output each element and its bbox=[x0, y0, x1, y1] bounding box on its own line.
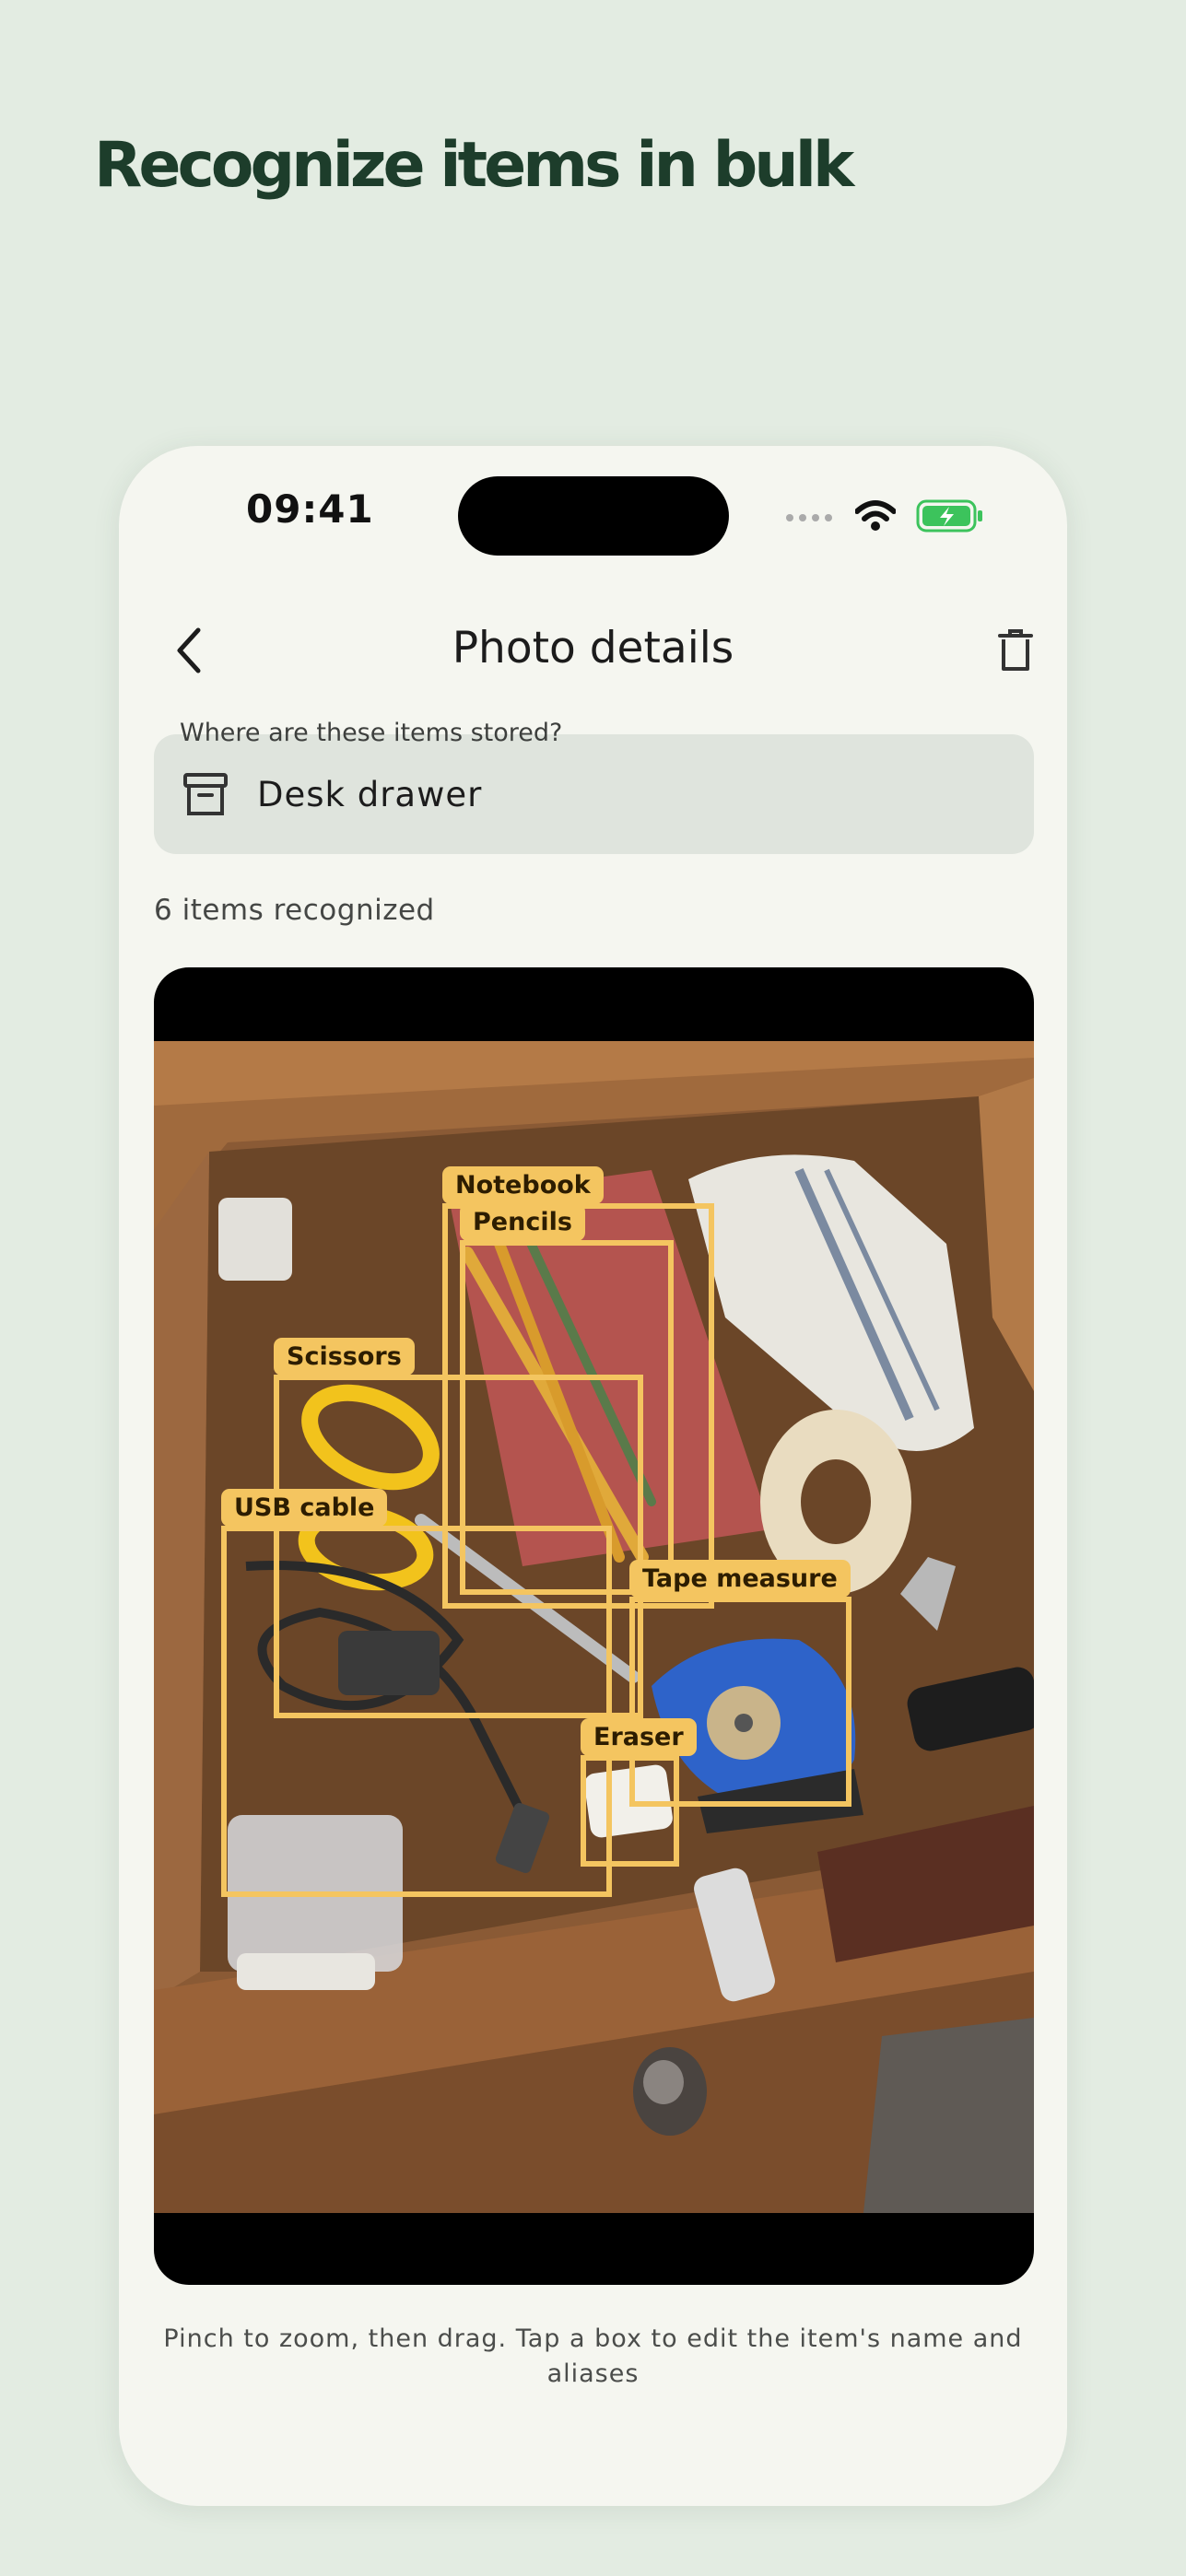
recognized-count: 6 items recognized bbox=[154, 894, 435, 927]
bbox-label-eraser: Eraser bbox=[581, 1718, 697, 1756]
delete-photo-button[interactable] bbox=[982, 619, 1049, 685]
page-headline: Recognize items in bulk bbox=[94, 129, 854, 202]
bbox-eraser[interactable]: Eraser bbox=[581, 1718, 697, 1867]
location-field[interactable]: Desk drawer bbox=[154, 734, 1034, 854]
bbox-label-tape-measure: Tape measure bbox=[629, 1560, 851, 1598]
location-field-value: Desk drawer bbox=[257, 774, 483, 814]
signal-dots-icon bbox=[785, 510, 835, 527]
status-time: 09:41 bbox=[246, 486, 374, 532]
page-title: Photo details bbox=[452, 623, 734, 673]
bbox-label-scissors: Scissors bbox=[274, 1338, 415, 1376]
nav-bar: Photo details bbox=[119, 603, 1067, 695]
wifi-icon bbox=[854, 500, 897, 536]
status-icons bbox=[785, 499, 984, 537]
bbox-usb-cable[interactable]: USB cable bbox=[221, 1489, 612, 1897]
location-field-label: Where are these items stored? bbox=[180, 719, 563, 747]
dynamic-island bbox=[458, 476, 729, 556]
battery-charging-icon bbox=[916, 499, 984, 537]
zoom-hint: Pinch to zoom, then drag. Tap a box to e… bbox=[163, 2324, 1023, 2388]
bbox-label-usb-cable: USB cable bbox=[221, 1489, 388, 1527]
photo-viewer[interactable]: Notebook Pencils Scissors USB cable Tape… bbox=[154, 967, 1034, 2285]
bbox-label-pencils: Pencils bbox=[460, 1203, 585, 1241]
trash-icon bbox=[998, 628, 1033, 677]
bbox-label-notebook: Notebook bbox=[442, 1166, 604, 1204]
archive-box-icon bbox=[182, 770, 229, 818]
phone-frame: 09:41 Photo details Where are these item… bbox=[119, 446, 1067, 2506]
